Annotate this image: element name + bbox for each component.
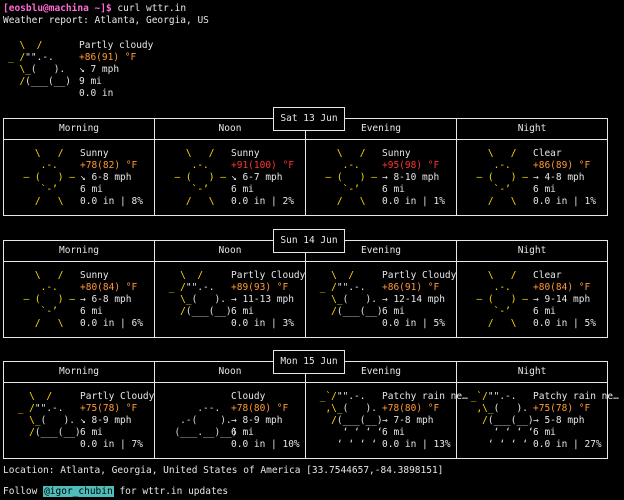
prompt-line: [eosblu@machina ~]$ curl wttr.in — [3, 3, 186, 15]
follow-line: Follow @igor_chubin for wttr.in updates — [3, 486, 229, 497]
sun-icon: \ / .-. ― ( ) ― `-’ / \ — [174, 148, 226, 207]
partly-cloudy-icon: \ / _ /"".-. \_( ). /(___(__) — [8, 40, 71, 87]
sun-icon: \ / .-. ― ( ) ― `-’ / \ — [23, 148, 75, 207]
slot-noon: Noon \ / .-. ― ( ) ― `-’ / \ Sunny +91(1… — [154, 119, 305, 215]
partly-cloudy-icon: \ / _ /"".-. \_( ). /(___(__) — [314, 270, 383, 317]
cloud-icon: .--. .-( ). (___.__)__) — [174, 403, 238, 438]
patchy-rain-icon: _`/"".-. ,\_( ). /(___(__) ‘ ‘ ‘ ‘ ‘ ‘ ‘… — [314, 391, 383, 450]
slot-data: Patchy rain ne… +78(80) °F → 7-8 mph 6 m… — [382, 391, 468, 450]
sun-icon: \ / .-. ― ( ) ― `-’ / \ — [325, 148, 377, 207]
slot-header: Night — [457, 362, 607, 383]
slot-header: Morning — [4, 362, 154, 383]
day-grid: Morning \ / _ /"".-. \_( ). /(___(__) Pa… — [3, 361, 619, 459]
current-precip: 0.0 in — [79, 88, 114, 99]
slot-data: Partly Cloudy +86(91) °F → 12-14 mph 6 m… — [382, 270, 457, 329]
current-visibility: 9 mi — [79, 76, 102, 87]
slot-morning: Morning \ / .-. ― ( ) ― `-’ / \ Sunny +7… — [4, 119, 154, 215]
report-title: Weather report: Atlanta, Georgia, US — [3, 15, 209, 26]
slot-data: Cloudy +78(80) °F → 8-9 mph 6 mi 0.0 in … — [231, 391, 300, 450]
moon-clear-icon: \ / .-. ― ( ) ― `-’ / \ — [476, 148, 528, 207]
slot-data: Sunny +91(100) °F ↘ 6-7 mph 6 mi 0.0 in … — [231, 148, 294, 207]
slot-evening: Evening \ / .-. ― ( ) ― `-’ / \ Sunny +9… — [305, 119, 456, 215]
day-grid: Morning \ / .-. ― ( ) ― `-’ / \ Sunny +7… — [3, 118, 608, 216]
moon-clear-icon: \ / .-. ― ( ) ― `-’ / \ — [476, 270, 528, 329]
partly-cloudy-icon: \ / _ /"".-. \_( ). /(___(__) — [163, 270, 232, 317]
partly-cloudy-icon: \ / _ /"".-. \_( ). /(___(__) — [12, 391, 81, 438]
current-condition: Partly cloudy — [79, 40, 154, 51]
current-temp: +86(91) °F — [79, 52, 137, 63]
slot-evening: Evening \ / _ /"".-. \_( ). /(___(__) Pa… — [305, 241, 456, 337]
day-date: Mon 15 Jun — [273, 350, 345, 374]
twitter-handle-link[interactable]: @igor_chubin — [43, 486, 114, 497]
location-line: Location: Atlanta, Georgia, United State… — [3, 465, 444, 476]
shell-prompt: [eosblu@machina ~]$ — [3, 3, 112, 14]
slot-data: Sunny +78(82) °F ↘ 6-8 mph 6 mi 0.0 in |… — [80, 148, 143, 207]
patchy-rain-icon: _`/"".-. ,\_( ). /(___(__) ‘ ‘ ‘ ‘ ‘ ‘ ‘… — [465, 391, 534, 450]
slot-night: Night \ / .-. ― ( ) ― `-’ / \ Clear +86(… — [456, 119, 607, 215]
slot-noon: Noon \ / _ /"".-. \_( ). /(___(__) Partl… — [154, 241, 305, 337]
slot-data: Sunny +80(84) °F → 6-8 mph 6 mi 0.0 in |… — [80, 270, 143, 329]
slot-data: Clear +80(84) °F → 9-14 mph 6 mi 0.0 in … — [533, 270, 596, 329]
slot-morning: Morning \ / .-. ― ( ) ― `-’ / \ Sunny +8… — [4, 241, 154, 337]
slot-data: Patchy rain ne… +75(78) °F → 5-8 mph 6 m… — [533, 391, 619, 450]
slot-data: Clear +86(89) °F → 4-8 mph 6 mi 0.0 in |… — [533, 148, 596, 207]
slot-header: Morning — [4, 119, 154, 140]
slot-night: Night _`/"".-. ,\_( ). /(___(__) ‘ ‘ ‘ ‘… — [456, 362, 619, 458]
day-date: Sun 14 Jun — [273, 229, 345, 253]
slot-noon: Noon .--. .-( ). (___.__)__) Cloudy +78(… — [154, 362, 305, 458]
slot-data: Partly Cloudy +89(93) °F → 11-13 mph 6 m… — [231, 270, 306, 329]
slot-evening: Evening _`/"".-. ,\_( ). /(___(__) ‘ ‘ ‘… — [305, 362, 468, 458]
slot-data: Partly Cloudy +75(78) °F ↘ 8-9 mph 6 mi … — [80, 391, 155, 450]
command-text: curl wttr.in — [117, 3, 187, 14]
day-date: Sat 13 Jun — [273, 107, 345, 131]
current-wind: ↘ 7 mph — [79, 64, 120, 75]
current-data: Partly cloudy +86(91) °F ↘ 7 mph 9 mi 0.… — [79, 40, 153, 100]
sun-icon: \ / .-. ― ( ) ― `-’ / \ — [23, 270, 75, 329]
slot-header: Morning — [4, 241, 154, 262]
slot-header: Night — [457, 241, 607, 262]
slot-data: Sunny +95(98) °F → 8-10 mph 6 mi 0.0 in … — [382, 148, 445, 207]
day-grid: Morning \ / .-. ― ( ) ― `-’ / \ Sunny +8… — [3, 240, 608, 338]
slot-night: Night \ / .-. ― ( ) ― `-’ / \ Clear +80(… — [456, 241, 607, 337]
slot-header: Night — [457, 119, 607, 140]
slot-morning: Morning \ / _ /"".-. \_( ). /(___(__) Pa… — [4, 362, 154, 458]
